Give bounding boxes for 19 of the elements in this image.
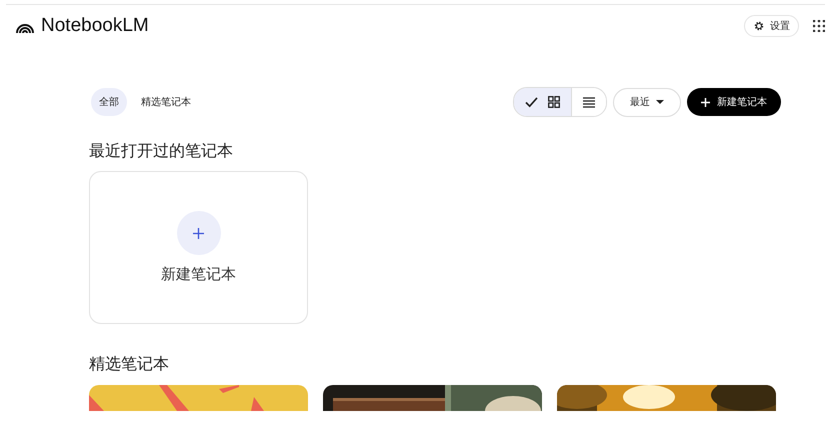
section-heading: 精选笔记本 [89, 354, 170, 375]
section-heading: 最近打开过的笔记本 [89, 141, 234, 162]
checkmark-icon [525, 96, 538, 108]
sort-dropdown[interactable]: 最近 [613, 88, 681, 116]
app-title: NotebookLM [41, 15, 149, 37]
settings-icon [753, 20, 765, 32]
new-notebook-card[interactable]: 新建笔记本 [89, 171, 308, 324]
filter-tab[interactable]: 全部 [91, 88, 127, 116]
settings-button[interactable]: 设置 [744, 15, 799, 37]
view-toggle[interactable] [513, 87, 607, 117]
grid-view-button[interactable] [514, 88, 572, 116]
caret-icon [656, 100, 664, 104]
apps-icon[interactable] [813, 20, 825, 32]
create-notebook-button[interactable]: 新建笔记本 [687, 88, 781, 116]
plus-icon [176, 211, 220, 255]
plus-icon [701, 98, 710, 106]
filter-tab[interactable]: 精选笔记本 [133, 88, 199, 116]
list-icon [583, 96, 595, 108]
grid-icon [548, 96, 560, 108]
